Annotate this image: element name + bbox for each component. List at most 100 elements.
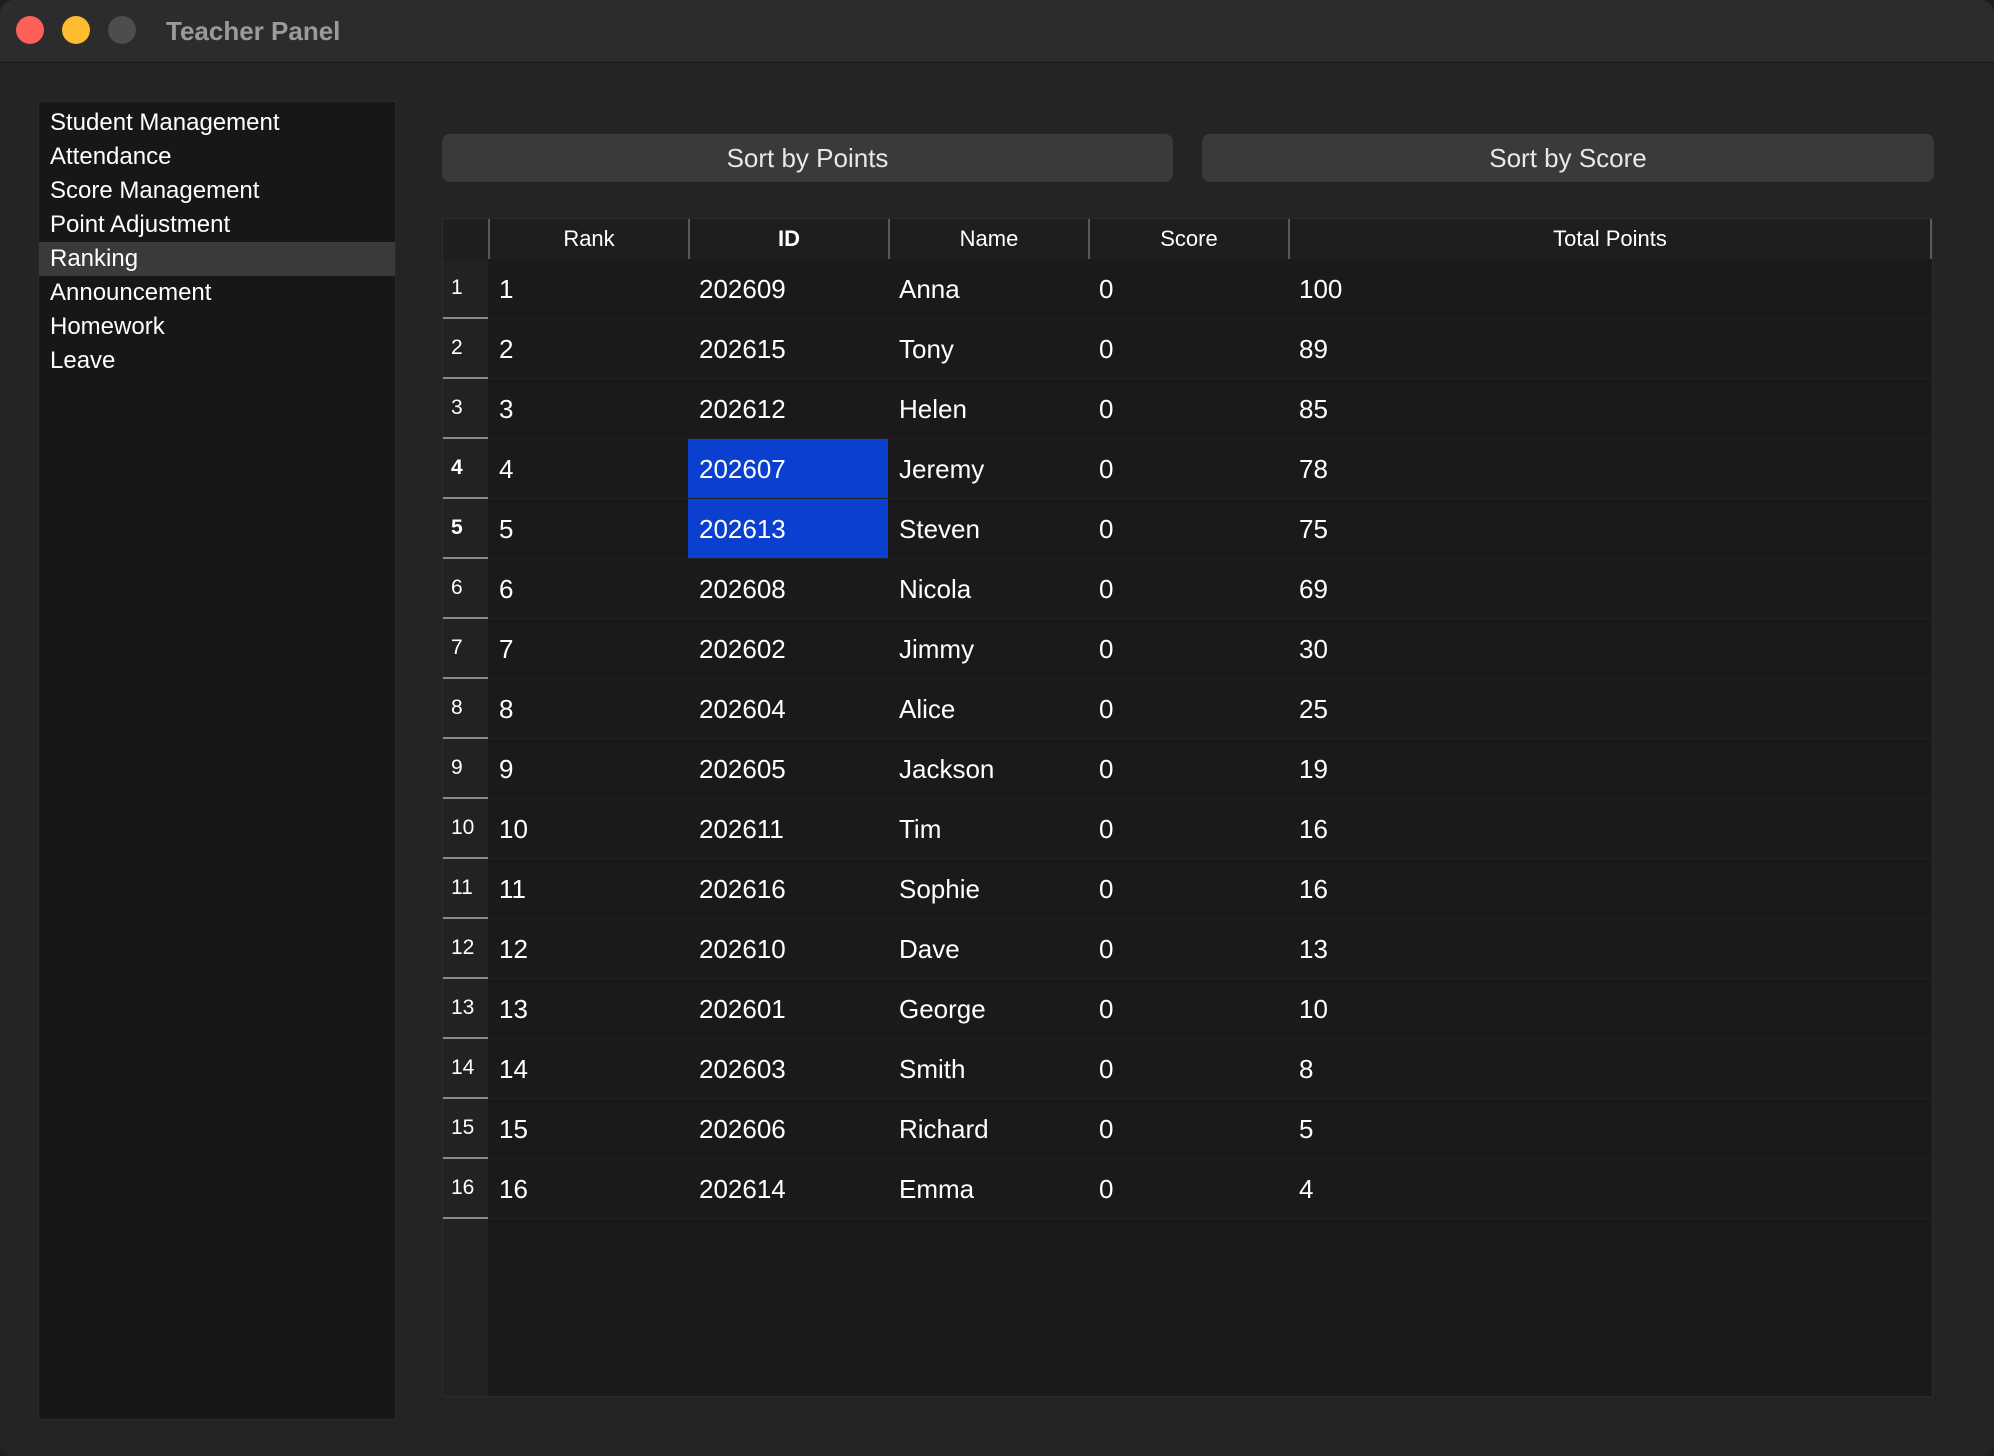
sidebar-item-leave[interactable]: Leave	[39, 344, 395, 378]
column-header-name[interactable]: Name	[888, 219, 1088, 259]
sidebar-item-ranking[interactable]: Ranking	[39, 242, 395, 276]
table-row[interactable]: 14 14 202603 Smith 0 8	[443, 1039, 1932, 1099]
cell-rank[interactable]: 5	[488, 499, 688, 559]
column-header-score[interactable]: Score	[1088, 219, 1288, 259]
column-header-total-points[interactable]: Total Points	[1288, 219, 1932, 259]
cell-rank[interactable]: 2	[488, 319, 688, 379]
sort-by-score-button[interactable]: Sort by Score	[1202, 134, 1934, 182]
cell-name[interactable]: Steven	[888, 499, 1088, 559]
cell-id[interactable]: 202615	[688, 319, 888, 379]
row-number[interactable]: 15	[443, 1099, 488, 1159]
cell-score[interactable]: 0	[1088, 799, 1288, 859]
cell-total-points[interactable]: 78	[1288, 439, 1932, 499]
cell-rank[interactable]: 8	[488, 679, 688, 739]
row-number[interactable]: 16	[443, 1159, 488, 1219]
row-number[interactable]: 7	[443, 619, 488, 679]
cell-total-points[interactable]: 4	[1288, 1159, 1932, 1219]
sidebar-item-score-management[interactable]: Score Management	[39, 174, 395, 208]
cell-id[interactable]: 202608	[688, 559, 888, 619]
cell-rank[interactable]: 3	[488, 379, 688, 439]
cell-total-points[interactable]: 5	[1288, 1099, 1932, 1159]
cell-name[interactable]: George	[888, 979, 1088, 1039]
table-row[interactable]: 7 7 202602 Jimmy 0 30	[443, 619, 1932, 679]
cell-total-points[interactable]: 25	[1288, 679, 1932, 739]
row-number[interactable]: 4	[443, 439, 488, 499]
row-number[interactable]: 10	[443, 799, 488, 859]
cell-score[interactable]: 0	[1088, 1099, 1288, 1159]
cell-score[interactable]: 0	[1088, 979, 1288, 1039]
table-row[interactable]: 9 9 202605 Jackson 0 19	[443, 739, 1932, 799]
cell-score[interactable]: 0	[1088, 1039, 1288, 1099]
table-row[interactable]: 2 2 202615 Tony 0 89	[443, 319, 1932, 379]
table-row[interactable]: 6 6 202608 Nicola 0 69	[443, 559, 1932, 619]
cell-score[interactable]: 0	[1088, 559, 1288, 619]
cell-rank[interactable]: 10	[488, 799, 688, 859]
cell-name[interactable]: Tim	[888, 799, 1088, 859]
table-row[interactable]: 13 13 202601 George 0 10	[443, 979, 1932, 1039]
cell-rank[interactable]: 9	[488, 739, 688, 799]
cell-score[interactable]: 0	[1088, 319, 1288, 379]
row-number[interactable]: 6	[443, 559, 488, 619]
row-number[interactable]: 1	[443, 259, 488, 319]
cell-name[interactable]: Helen	[888, 379, 1088, 439]
cell-id[interactable]: 202604	[688, 679, 888, 739]
cell-total-points[interactable]: 69	[1288, 559, 1932, 619]
cell-score[interactable]: 0	[1088, 379, 1288, 439]
table-row[interactable]: 16 16 202614 Emma 0 4	[443, 1159, 1932, 1219]
cell-score[interactable]: 0	[1088, 919, 1288, 979]
row-number[interactable]: 5	[443, 499, 488, 559]
table-row[interactable]: 1 1 202609 Anna 0 100	[443, 259, 1932, 319]
cell-total-points[interactable]: 13	[1288, 919, 1932, 979]
ranking-table[interactable]: Rank ID Name Score Total Points 1 1 2026…	[442, 218, 1933, 1397]
table-row[interactable]: 11 11 202616 Sophie 0 16	[443, 859, 1932, 919]
cell-rank[interactable]: 16	[488, 1159, 688, 1219]
cell-id-selected[interactable]: 202613	[688, 499, 888, 559]
cell-name[interactable]: Tony	[888, 319, 1088, 379]
cell-name[interactable]: Alice	[888, 679, 1088, 739]
cell-id[interactable]: 202614	[688, 1159, 888, 1219]
sort-by-points-button[interactable]: Sort by Points	[442, 134, 1173, 182]
cell-score[interactable]: 0	[1088, 499, 1288, 559]
table-row[interactable]: 10 10 202611 Tim 0 16	[443, 799, 1932, 859]
cell-name[interactable]: Jackson	[888, 739, 1088, 799]
table-row[interactable]: 12 12 202610 Dave 0 13	[443, 919, 1932, 979]
cell-rank[interactable]: 13	[488, 979, 688, 1039]
cell-name[interactable]: Nicola	[888, 559, 1088, 619]
cell-name[interactable]: Sophie	[888, 859, 1088, 919]
cell-rank[interactable]: 1	[488, 259, 688, 319]
table-row[interactable]: 8 8 202604 Alice 0 25	[443, 679, 1932, 739]
zoom-window-button[interactable]	[108, 16, 136, 44]
cell-score[interactable]: 0	[1088, 859, 1288, 919]
cell-score[interactable]: 0	[1088, 679, 1288, 739]
cell-total-points[interactable]: 19	[1288, 739, 1932, 799]
table-row[interactable]: 4 4 202607 Jeremy 0 78	[443, 439, 1932, 499]
column-header-id[interactable]: ID	[688, 219, 888, 259]
cell-id[interactable]: 202611	[688, 799, 888, 859]
table-row[interactable]: 15 15 202606 Richard 0 5	[443, 1099, 1932, 1159]
cell-id[interactable]: 202610	[688, 919, 888, 979]
cell-rank[interactable]: 14	[488, 1039, 688, 1099]
cell-name[interactable]: Smith	[888, 1039, 1088, 1099]
cell-rank[interactable]: 6	[488, 559, 688, 619]
close-window-button[interactable]	[16, 16, 44, 44]
cell-score[interactable]: 0	[1088, 259, 1288, 319]
cell-rank[interactable]: 15	[488, 1099, 688, 1159]
row-number[interactable]: 9	[443, 739, 488, 799]
cell-total-points[interactable]: 16	[1288, 799, 1932, 859]
table-corner[interactable]	[443, 219, 488, 259]
cell-total-points[interactable]: 89	[1288, 319, 1932, 379]
cell-name[interactable]: Jeremy	[888, 439, 1088, 499]
column-header-rank[interactable]: Rank	[488, 219, 688, 259]
row-number[interactable]: 14	[443, 1039, 488, 1099]
cell-id[interactable]: 202609	[688, 259, 888, 319]
cell-score[interactable]: 0	[1088, 739, 1288, 799]
cell-total-points[interactable]: 16	[1288, 859, 1932, 919]
cell-total-points[interactable]: 10	[1288, 979, 1932, 1039]
cell-total-points[interactable]: 75	[1288, 499, 1932, 559]
table-row[interactable]: 3 3 202612 Helen 0 85	[443, 379, 1932, 439]
cell-id[interactable]: 202603	[688, 1039, 888, 1099]
sidebar-item-point-adjustment[interactable]: Point Adjustment	[39, 208, 395, 242]
cell-score[interactable]: 0	[1088, 439, 1288, 499]
cell-rank[interactable]: 11	[488, 859, 688, 919]
sidebar-item-homework[interactable]: Homework	[39, 310, 395, 344]
